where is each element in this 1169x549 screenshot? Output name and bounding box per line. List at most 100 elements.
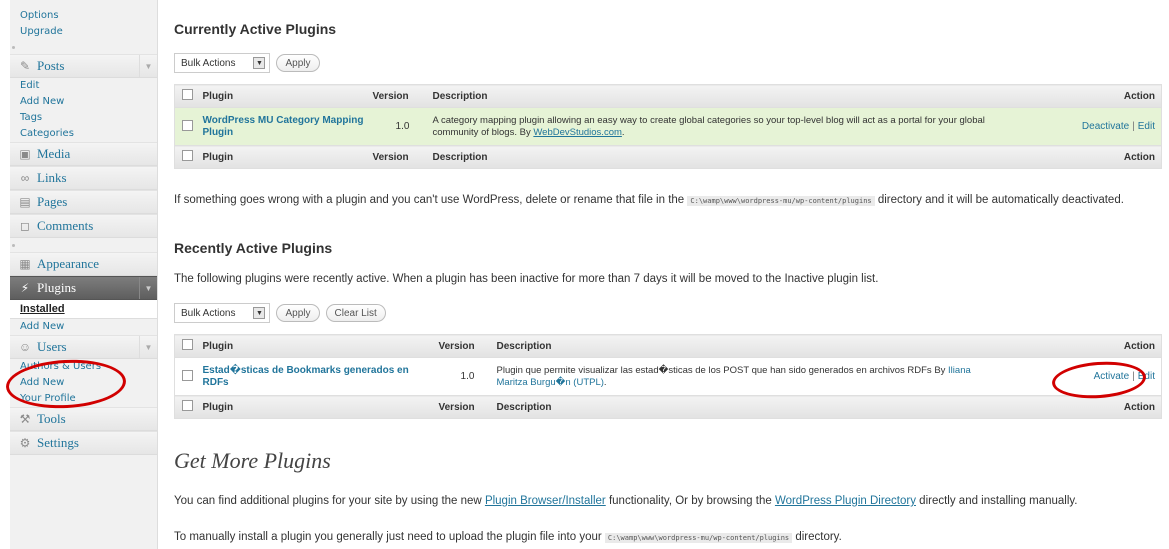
select-all-checkbox[interactable]: [182, 150, 193, 161]
sidebar-sub-tags[interactable]: Tags: [10, 110, 157, 126]
plugin-directory-link[interactable]: WordPress Plugin Directory: [775, 495, 916, 507]
sidebar-item-settings[interactable]: ⚙ Settings: [10, 431, 157, 455]
warning-text: If something goes wrong with a plugin an…: [174, 192, 1162, 209]
sidebar-sub-options[interactable]: Options: [10, 8, 157, 24]
select-all-checkbox[interactable]: [182, 89, 193, 100]
sidebar-item-media[interactable]: ▣ Media: [10, 142, 157, 166]
table-header: Plugin Version Description Action: [174, 334, 1162, 358]
bulk-actions-select[interactable]: Bulk Actions ▼: [174, 53, 271, 73]
col-plugin: Plugin: [202, 395, 439, 419]
dropdown-arrow-icon: ▼: [253, 57, 266, 69]
manual-text-end: directory.: [795, 531, 842, 543]
edit-link[interactable]: Edit: [1138, 121, 1155, 132]
apply-button[interactable]: Apply: [276, 54, 320, 72]
main-content: Currently Active Plugins Bulk Actions ▼ …: [174, 0, 1164, 549]
more-text-end: directly and installing manually.: [919, 495, 1078, 507]
col-description: Description: [432, 84, 1052, 108]
table-footer: Plugin Version Description Action: [174, 395, 1162, 419]
plugin-name: Estad�sticas de Bookmarks generados en R…: [202, 364, 409, 388]
col-plugin: Plugin: [202, 334, 439, 358]
sidebar-separator: [10, 40, 157, 54]
bulk-actions-bar: Bulk Actions ▼ Apply Clear List: [174, 302, 386, 324]
table-header: Plugin Version Description Action: [174, 84, 1162, 108]
bulk-actions-select[interactable]: Bulk Actions ▼: [174, 303, 271, 323]
sidebar-item-posts[interactable]: ✎ Posts ▼: [10, 54, 157, 78]
sidebar-sub-categories[interactable]: Categories: [10, 126, 157, 142]
sidebar-sub-add-new[interactable]: Add New: [10, 94, 157, 110]
col-version: Version: [438, 395, 497, 419]
sidebar-item-users[interactable]: ☺ Users ▼: [10, 335, 157, 359]
description-text: Plugin que permite visualizar las estad�…: [496, 364, 946, 376]
more-plugins-text: You can find additional plugins for your…: [174, 493, 1134, 509]
sidebar-item-links[interactable]: ∞ Links: [10, 166, 157, 190]
section-title-more: Get More Plugins: [174, 448, 331, 473]
row-actions: Deactivate | Edit: [1051, 107, 1162, 146]
edit-link[interactable]: Edit: [1138, 371, 1155, 382]
bulk-actions-label: Bulk Actions: [181, 307, 236, 319]
chevron-down-icon[interactable]: ▼: [139, 55, 157, 77]
sidebar-sub-authors-users[interactable]: Authors & Users: [10, 359, 157, 375]
table-row: Estad�sticas de Bookmarks generados en R…: [174, 357, 1162, 396]
sidebar-sub-your-profile[interactable]: Your Profile: [10, 391, 157, 407]
sidebar-sub-edit[interactable]: Edit: [10, 78, 157, 94]
sidebar-item-label: Appearance: [37, 256, 100, 271]
plugin-description: Plugin que permite visualizar las estad�…: [496, 357, 1052, 396]
table-footer: Plugin Version Description Action: [174, 145, 1162, 169]
sidebar-item-appearance[interactable]: ▦ Appearance: [10, 252, 157, 276]
section-title-active: Currently Active Plugins: [174, 21, 337, 37]
sidebar-item-label: Tools: [37, 411, 66, 426]
author-link[interactable]: WebDevStudios.com: [533, 127, 622, 138]
sidebar-sub-add-new-plugin[interactable]: Add New: [10, 319, 157, 335]
action-separator: |: [1132, 121, 1135, 132]
more-text-mid: functionality, Or by browsing the: [608, 495, 772, 507]
col-version: Version: [372, 84, 433, 108]
activate-link[interactable]: Activate: [1094, 371, 1130, 382]
plugin-version: 1.0: [438, 357, 497, 396]
plugin-version: 1.0: [372, 107, 433, 146]
warning-text-start: If something goes wrong with a plugin an…: [174, 194, 685, 206]
sidebar-item-label: Comments: [37, 218, 94, 233]
select-all-checkbox[interactable]: [182, 339, 193, 350]
sidebar-item-comments[interactable]: ◻ Comments: [10, 214, 157, 238]
users-icon: ☺: [18, 340, 32, 354]
sidebar-item-tools[interactable]: ⚒ Tools: [10, 407, 157, 431]
row-actions: Activate | Edit: [1051, 357, 1162, 396]
sidebar-item-label: Settings: [37, 435, 79, 450]
active-plugins-table: Plugin Version Description Action WordPr…: [174, 84, 1162, 169]
sidebar-item-label: Pages: [37, 194, 68, 209]
col-plugin: Plugin: [202, 84, 373, 108]
sidebar-sub-add-new-user[interactable]: Add New: [10, 375, 157, 391]
settings-icon: ⚙: [19, 436, 31, 450]
manual-install-text: To manually install a plugin you general…: [174, 529, 1162, 546]
bulk-actions-label: Bulk Actions: [181, 57, 236, 69]
action-separator: |: [1132, 371, 1135, 382]
media-icon: ▣: [19, 147, 31, 161]
col-action: Action: [1051, 334, 1162, 358]
sidebar-separator: [10, 238, 157, 252]
sidebar-item-label: Plugins: [37, 280, 77, 295]
plugin-browser-link[interactable]: Plugin Browser/Installer: [485, 495, 606, 507]
col-action: Action: [1051, 395, 1162, 419]
pages-icon: ▤: [19, 195, 31, 209]
deactivate-link[interactable]: Deactivate: [1082, 121, 1129, 132]
bulk-actions-bar: Bulk Actions ▼ Apply: [174, 52, 320, 74]
select-all-checkbox[interactable]: [182, 400, 193, 411]
row-checkbox[interactable]: [182, 119, 193, 131]
clear-list-button[interactable]: Clear List: [325, 304, 386, 322]
appearance-icon: ▦: [19, 257, 31, 271]
pin-icon: ✎: [19, 59, 31, 73]
sidebar-item-pages[interactable]: ▤ Pages: [10, 190, 157, 214]
chevron-down-icon[interactable]: ▼: [139, 336, 157, 358]
sidebar-sub-upgrade[interactable]: Upgrade: [10, 24, 157, 40]
col-action: Action: [1051, 84, 1162, 108]
sidebar-item-label: Links: [37, 170, 67, 185]
row-checkbox[interactable]: [182, 369, 193, 381]
sidebar-item-plugins[interactable]: ⚡ Plugins ▼: [10, 276, 157, 300]
col-action: Action: [1051, 145, 1162, 169]
apply-button[interactable]: Apply: [276, 304, 320, 322]
col-description: Description: [496, 334, 1052, 358]
col-plugin: Plugin: [202, 145, 373, 169]
chevron-down-icon[interactable]: ▼: [139, 277, 157, 299]
sidebar-sub-installed[interactable]: Installed: [10, 300, 157, 319]
sidebar-item-label: Users: [37, 339, 67, 354]
